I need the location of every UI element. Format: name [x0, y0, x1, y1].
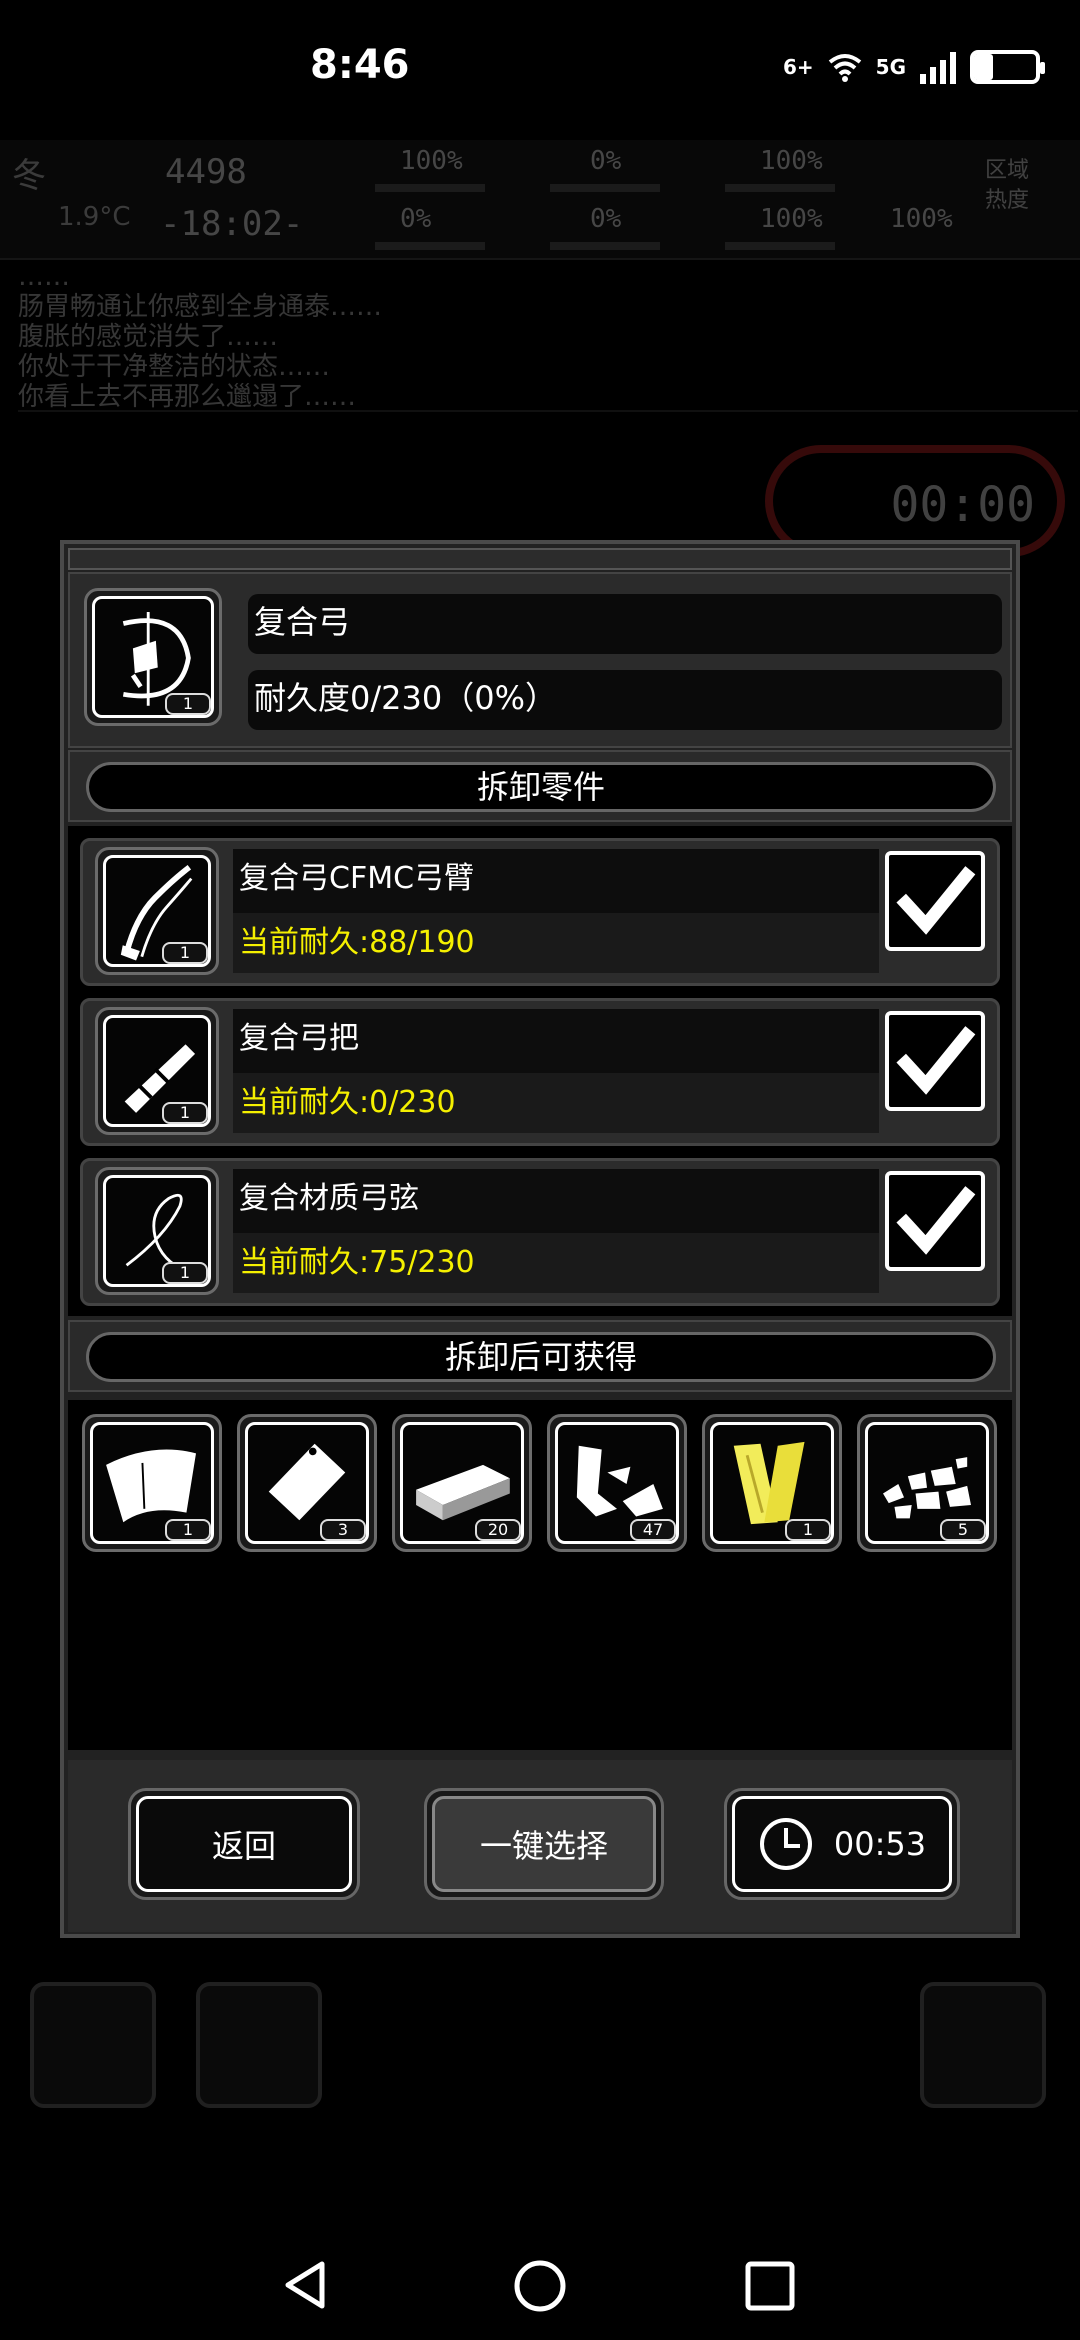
hud-bar [375, 184, 485, 192]
part-durability: 当前耐久:88/190 [233, 913, 879, 973]
inventory-stack-button [920, 1982, 1046, 2108]
item-slot[interactable]: 1 [84, 588, 222, 726]
part-count: 1 [162, 1102, 208, 1124]
status-icons: 6+ 5G [782, 50, 1045, 84]
battery-icon [970, 50, 1045, 84]
yield-section-title: 拆卸后可获得 [86, 1332, 996, 1382]
log-line: 腹胀的感觉消失了…… [18, 322, 279, 352]
interact-hand-button [30, 1982, 156, 2108]
yield-count: 3 [320, 1519, 366, 1541]
back-button[interactable]: 返回 [128, 1788, 360, 1900]
checkmark-icon [896, 1026, 976, 1095]
hud-stat: 0% [590, 204, 622, 234]
walk-button [196, 1982, 322, 2108]
item-header: 1 复合弓 耐久度0/230（0%） [68, 572, 1012, 748]
back-button-label: 返回 [211, 1827, 276, 1865]
hud-bar [725, 242, 835, 250]
recents-nav-icon[interactable] [744, 2260, 796, 2312]
hud-stat: 100% [760, 146, 823, 176]
hud-bar [550, 184, 660, 192]
message-log: …… 肠胃畅通让你感到全身通泰…… 腹胀的感觉消失了…… 你处于干净整洁的状态…… [18, 262, 1078, 412]
hud-stat: 100% [890, 204, 953, 234]
system-nav-bar [0, 2220, 1080, 2340]
confirm-timer-button[interactable]: 00:53 [724, 1788, 960, 1900]
part-count: 1 [162, 942, 208, 964]
clock-icon [759, 1818, 812, 1870]
hud-stat: 0% [400, 204, 432, 234]
part-row[interactable]: 1 复合弓把 当前耐久:0/230 [80, 998, 1000, 1146]
temperature-label: 1.9°C [58, 202, 131, 232]
part-slot[interactable]: 1 [95, 847, 219, 975]
yield-count: 1 [165, 1519, 211, 1541]
day-counter: 4498 [165, 152, 247, 192]
status-bar: 8:46 6+ 5G [0, 0, 1080, 140]
disassemble-dialog: 1 复合弓 耐久度0/230（0%） 拆卸零件 1 复合弓CFMC弓臂 当前耐久… [60, 540, 1020, 1938]
yield-slot[interactable]: 20 [392, 1414, 532, 1552]
log-line: 你处于干净整洁的状态…… [18, 352, 331, 382]
log-line: 肠胃畅通让你感到全身通泰…… [18, 292, 383, 322]
item-name: 复合弓 [248, 594, 1002, 654]
wifi-signal-icon [828, 54, 861, 82]
hud-bar [375, 242, 485, 250]
part-checkbox[interactable] [885, 1011, 985, 1111]
yield-section-header: 拆卸后可获得 [68, 1320, 1012, 1392]
yield-count: 20 [475, 1519, 521, 1541]
hud-stat: 0% [590, 146, 622, 176]
game-hud: 冬 1.9°C 4498 -18:02- 100% 0% 100% 0% 0% … [0, 140, 1080, 260]
checkmark-icon [896, 866, 976, 935]
yield-count: 5 [940, 1519, 986, 1541]
yield-slot[interactable]: 3 [237, 1414, 377, 1552]
part-durability: 当前耐久:0/230 [233, 1073, 879, 1133]
log-line: …… [18, 262, 70, 292]
part-name: 复合材质弓弦 [233, 1169, 879, 1233]
hud-stat: 100% [400, 146, 463, 176]
game-clock: -18:02- [160, 204, 304, 244]
part-row[interactable]: 1 复合材质弓弦 当前耐久:75/230 [80, 1158, 1000, 1306]
part-checkbox[interactable] [885, 1171, 985, 1271]
parts-section-title: 拆卸零件 [86, 762, 996, 812]
cell-network-icon: 5G [875, 55, 906, 79]
yield-slot[interactable]: 47 [547, 1414, 687, 1552]
yield-slot[interactable]: 1 [82, 1414, 222, 1552]
home-nav-icon[interactable] [512, 2258, 568, 2314]
zone-heat-label: 区域热度 [985, 158, 1030, 213]
part-durability: 当前耐久:75/230 [233, 1233, 879, 1293]
hud-bar [550, 242, 660, 250]
yield-count: 47 [630, 1519, 676, 1541]
item-durability: 耐久度0/230（0%） [248, 670, 1002, 730]
season-label: 冬 [12, 156, 46, 196]
part-slot[interactable]: 1 [95, 1007, 219, 1135]
part-slot[interactable]: 1 [95, 1167, 219, 1295]
timer-label: 00:53 [833, 1825, 927, 1863]
select-all-label: 一键选择 [479, 1827, 608, 1865]
parts-list: 1 复合弓CFMC弓臂 当前耐久:88/190 1 复合弓把 当前耐久:0/23… [68, 826, 1012, 1316]
part-name: 复合弓把 [233, 1009, 879, 1073]
log-line: 你看上去不再那么邋遢了…… [18, 382, 357, 412]
yield-slot[interactable]: 5 [857, 1414, 997, 1552]
yield-grid: 1 3 20 47 1 5 [68, 1400, 1012, 1750]
parts-section-header: 拆卸零件 [68, 750, 1012, 822]
part-checkbox[interactable] [885, 851, 985, 951]
status-time: 8:46 [310, 42, 410, 88]
yield-slot[interactable]: 1 [702, 1414, 842, 1552]
wifi-icon: 6+ [782, 55, 814, 79]
checkmark-icon [896, 1186, 976, 1255]
yield-count: 1 [785, 1519, 831, 1541]
back-nav-icon[interactable] [280, 2258, 330, 2312]
hud-bar [725, 184, 835, 192]
item-count: 1 [165, 693, 211, 715]
cell-signal-icon [920, 50, 956, 84]
select-all-button[interactable]: 一键选择 [424, 1788, 664, 1900]
part-count: 1 [162, 1262, 208, 1284]
part-name: 复合弓CFMC弓臂 [233, 849, 879, 913]
background-timer-label: 00:00 [890, 477, 1036, 533]
hud-stat: 100% [760, 204, 823, 234]
dialog-top-strip [68, 548, 1012, 570]
part-row[interactable]: 1 复合弓CFMC弓臂 当前耐久:88/190 [80, 838, 1000, 986]
dialog-footer: 返回 一键选择 00:53 [68, 1760, 1012, 1932]
